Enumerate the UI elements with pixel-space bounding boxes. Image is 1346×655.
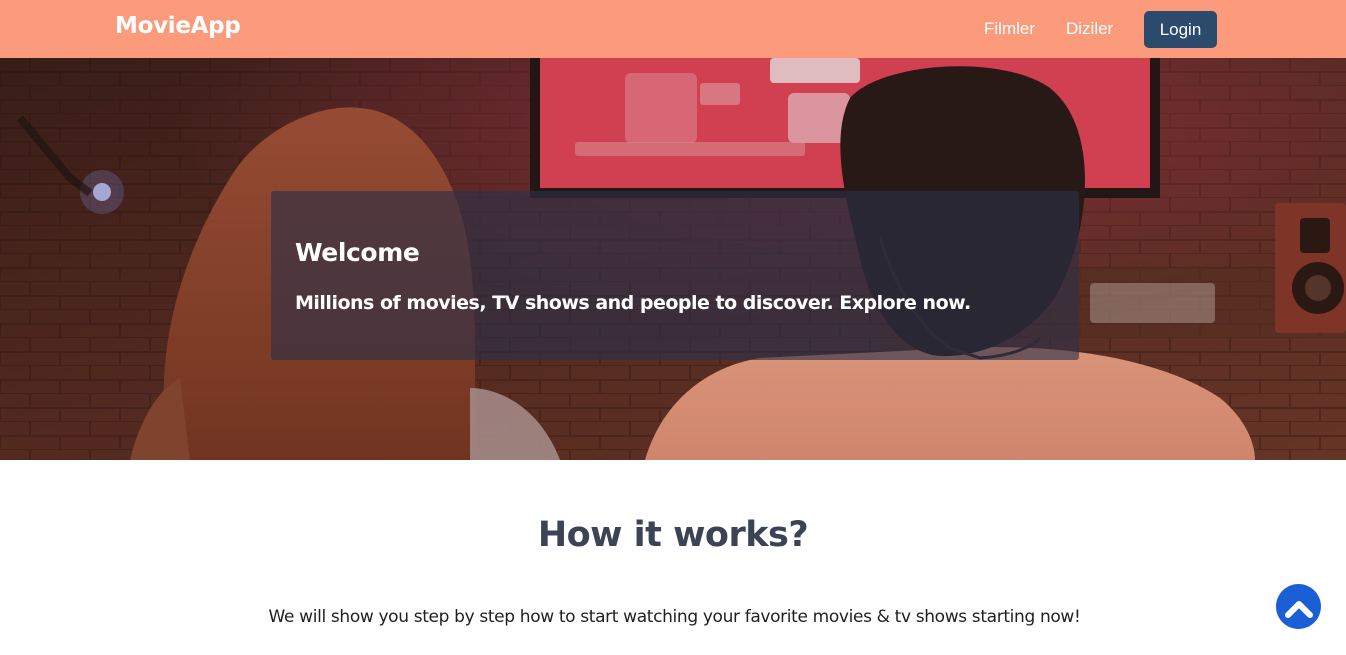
welcome-title: Welcome (295, 238, 420, 267)
welcome-subtitle: Millions of movies, TV shows and people … (295, 292, 971, 314)
nav-link-diziler[interactable]: Diziler (1066, 18, 1113, 40)
chevron-up-icon (1284, 596, 1314, 618)
navbar: MovieApp Filmler Diziler Login (0, 0, 1346, 58)
how-it-works-description: We will show you step by step how to sta… (268, 607, 1081, 627)
login-button[interactable]: Login (1144, 11, 1217, 48)
brand-logo[interactable]: MovieApp (115, 11, 241, 41)
welcome-box: Welcome Millions of movies, TV shows and… (271, 191, 1079, 360)
hero-section: Welcome Millions of movies, TV shows and… (0, 58, 1346, 460)
how-it-works-title: How it works? (537, 515, 809, 555)
scroll-to-top-button[interactable] (1276, 584, 1321, 629)
nav-link-filmler[interactable]: Filmler (984, 18, 1035, 40)
